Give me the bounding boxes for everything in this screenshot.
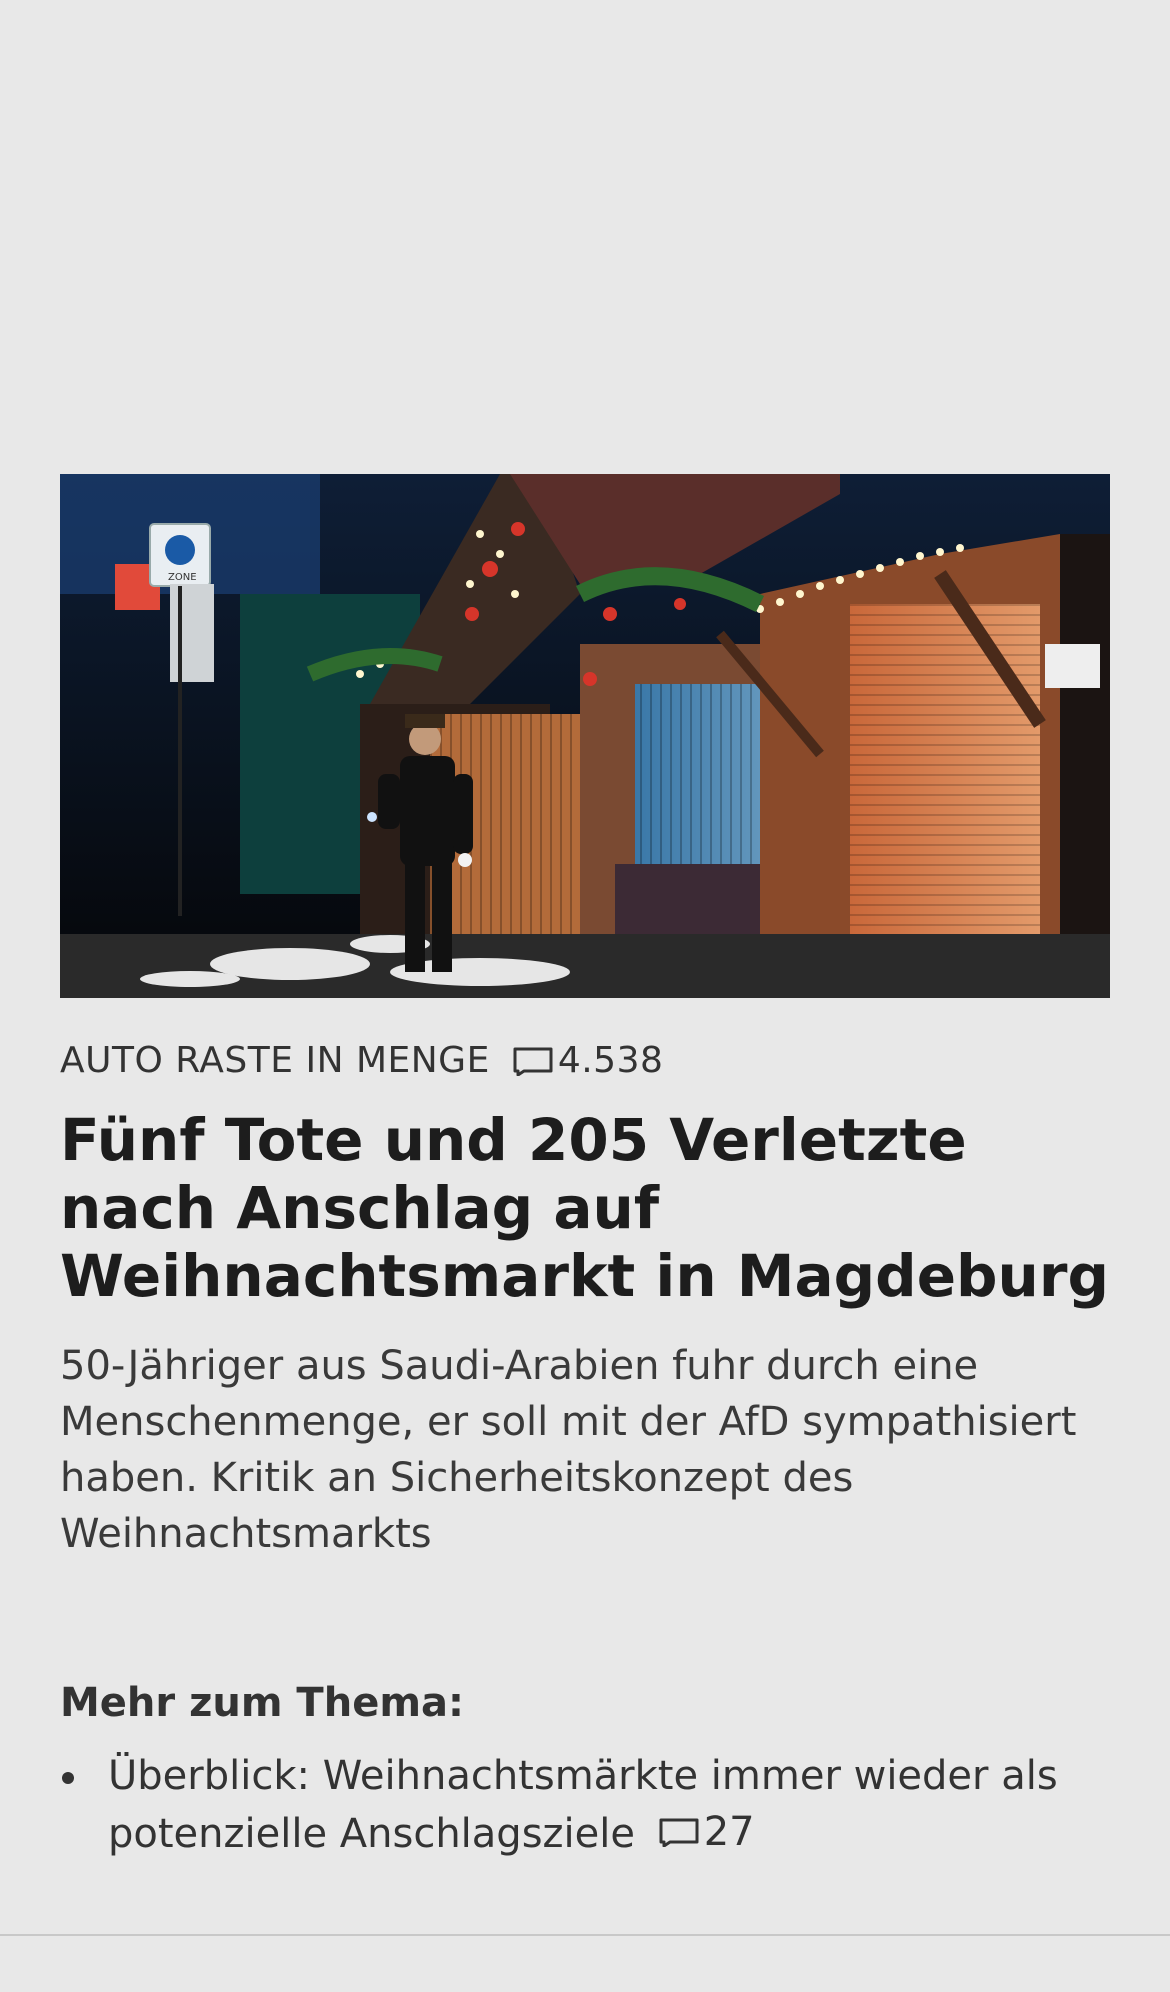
comment-bubble-icon <box>659 1818 699 1847</box>
related-article-link[interactable]: Überblick: Weihnachtsmärkte immer wieder… <box>108 1753 1058 1857</box>
article-hero-image[interactable]: ZONE <box>60 474 1110 998</box>
bullet-icon <box>62 1772 74 1784</box>
related-articles-list: Überblick: Weihnachtsmärkte immer wieder… <box>60 1748 1110 1862</box>
related-comment-count: 27 <box>703 1809 755 1855</box>
related-article-item[interactable]: Überblick: Weihnachtsmärkte immer wieder… <box>60 1748 1110 1862</box>
article-teaser-page: ZONE AUTO RASTE IN MENGE 4.538 Fünf Tote… <box>0 0 1170 1992</box>
more-on-topic-title: Mehr zum Thema: <box>60 1680 464 1726</box>
section-divider <box>0 1934 1170 1936</box>
article-kicker: AUTO RASTE IN MENGE <box>60 1040 490 1081</box>
article-headline[interactable]: Fünf Tote und 205 Verletzte nach Anschla… <box>60 1106 1110 1310</box>
comment-count-link[interactable]: 4.538 <box>512 1040 664 1081</box>
article-meta-row: AUTO RASTE IN MENGE 4.538 <box>60 1040 663 1081</box>
article-teaser-text: 50-Jähriger aus Saudi-Arabien fuhr durch… <box>60 1343 1077 1557</box>
svg-text:ZONE: ZONE <box>168 572 197 583</box>
related-comment-count-link[interactable]: 27 <box>658 1804 755 1860</box>
comment-count: 4.538 <box>557 1040 664 1081</box>
comment-bubble-icon <box>513 1047 553 1076</box>
